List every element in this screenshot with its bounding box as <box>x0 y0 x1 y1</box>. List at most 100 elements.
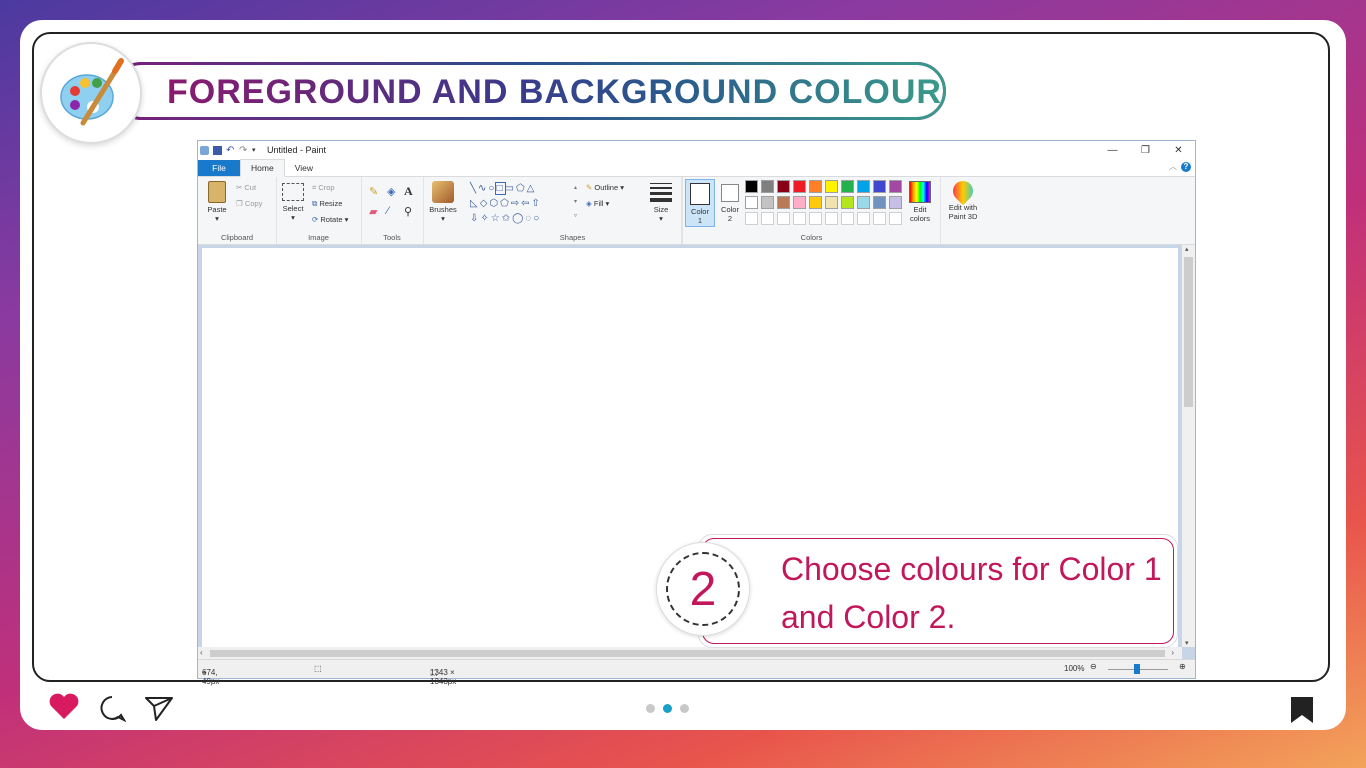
color-swatch[interactable] <box>889 180 902 193</box>
selection-size-icon: ⬚ <box>314 664 322 673</box>
pager-dot[interactable] <box>680 704 689 713</box>
tab-home[interactable]: Home <box>240 159 285 177</box>
color-swatch[interactable] <box>857 212 870 225</box>
color-swatch[interactable] <box>761 212 774 225</box>
crop-button[interactable]: ⌗ Crop <box>312 183 335 193</box>
line-shape-icon[interactable]: ╲∿○ <box>470 183 496 194</box>
color-swatch[interactable] <box>857 196 870 209</box>
send-icon[interactable] <box>144 694 174 722</box>
color-swatch[interactable] <box>809 196 822 209</box>
color-swatch[interactable] <box>889 196 902 209</box>
color-swatch[interactable] <box>841 180 854 193</box>
tools-group: ✎ ◈ A ▰ ⁄ ⚲ Tools <box>361 177 424 244</box>
color-swatch[interactable] <box>809 212 822 225</box>
color-swatch[interactable] <box>873 180 886 193</box>
color-swatch[interactable] <box>793 196 806 209</box>
color-swatch[interactable] <box>857 180 870 193</box>
color-1-swatch <box>690 183 710 205</box>
scissors-icon: ✂ <box>236 183 243 192</box>
callout-text: Choose colours for Color 1 and Color 2. <box>781 551 1162 635</box>
undo-icon[interactable]: ↶ <box>226 145 235 155</box>
color-swatch[interactable] <box>809 180 822 193</box>
clipboard-group: Paste ▾ ✂ Cut ❐ Copy Clipboard <box>198 177 277 244</box>
color-swatch[interactable] <box>825 212 838 225</box>
color-swatch[interactable] <box>777 196 790 209</box>
copy-button[interactable]: ❐ Copy <box>236 199 262 208</box>
color-swatch[interactable] <box>889 212 902 225</box>
paste-button[interactable]: Paste ▾ <box>204 181 230 223</box>
brushes-button[interactable]: Brushes ▾ <box>426 181 460 223</box>
ribbon-tabs: File Home View ︿ ? <box>198 159 1195 177</box>
outline-button[interactable]: ✎ Outline ▾ <box>586 183 624 192</box>
restore-button[interactable]: ❐ <box>1129 141 1162 159</box>
color-swatch[interactable] <box>825 180 838 193</box>
cut-button[interactable]: ✂ Cut <box>236 183 256 192</box>
comment-icon[interactable] <box>98 694 126 722</box>
heart-icon[interactable] <box>48 692 80 720</box>
text-tool-icon[interactable]: A <box>404 184 413 199</box>
color-swatch[interactable] <box>777 180 790 193</box>
image-group: Select ▾ ⌗ Crop ⧉ Resize ⟳ Rotate ▾ Image <box>276 177 362 244</box>
page-title: FOREGROUND AND BACKGROUND COLOUR <box>167 73 942 111</box>
status-bar: ⌖ 674, 49px ⬚ ⬚ 1343 × 1343px 100% ⊖ ⊕ <box>198 659 1195 686</box>
color-swatch[interactable] <box>745 196 758 209</box>
shapes-scroll[interactable]: ▴ ▾ ▿ <box>574 181 577 223</box>
redo-icon[interactable]: ↷ <box>239 145 248 155</box>
color-2-swatch <box>721 184 739 202</box>
outline-icon: ✎ <box>586 183 593 192</box>
zoom-out-button[interactable]: ⊖ <box>1090 662 1097 671</box>
color-swatch[interactable] <box>841 212 854 225</box>
color-swatch[interactable] <box>825 196 838 209</box>
color-1-button[interactable]: Color 1 <box>685 179 715 227</box>
rounded-rectangle-shape-icon[interactable]: ▭⬠△ <box>505 183 537 194</box>
help-icon[interactable]: ? <box>1181 162 1191 172</box>
color-swatch[interactable] <box>761 180 774 193</box>
eraser-icon[interactable]: ▰ <box>369 205 377 218</box>
crop-icon: ⌗ <box>312 183 317 192</box>
tab-view[interactable]: View <box>285 160 323 176</box>
color-swatch[interactable] <box>745 212 758 225</box>
fill-button[interactable]: ◈ Fill ▾ <box>586 199 609 208</box>
rectangle-shape-icon[interactable]: □ <box>495 182 506 195</box>
save-icon[interactable] <box>213 145 222 155</box>
edit-colors-button[interactable]: Edit colors <box>905 181 935 223</box>
color-swatch[interactable] <box>777 212 790 225</box>
right-triangle-shape-icon[interactable]: ◺◇⬡⬠⇨⇦⇧ <box>470 198 542 209</box>
paint-app-icon[interactable] <box>200 145 209 155</box>
close-button[interactable]: ✕ <box>1162 141 1195 159</box>
select-button[interactable]: Select ▾ <box>280 183 306 222</box>
pager-dot[interactable] <box>646 704 655 713</box>
tab-file[interactable]: File <box>198 160 240 176</box>
customize-quick-access-icon[interactable]: ▾ <box>252 146 261 155</box>
color-2-button[interactable]: Color 2 <box>717 179 743 223</box>
shapes-label: Shapes <box>559 233 586 242</box>
fill-bucket-icon[interactable]: ◈ <box>387 185 395 198</box>
color-swatch[interactable] <box>873 212 886 225</box>
minimize-button[interactable]: — <box>1096 141 1129 159</box>
vertical-scrollbar[interactable]: ▴ ▾ <box>1182 245 1195 647</box>
color-swatch[interactable] <box>873 196 886 209</box>
zoom-in-button[interactable]: ⊕ <box>1179 662 1186 671</box>
color-picker-icon[interactable]: ⁄ <box>387 205 389 217</box>
color-swatch[interactable] <box>841 196 854 209</box>
pager-dot[interactable] <box>663 704 672 713</box>
rainbow-icon <box>909 181 931 203</box>
bookmark-icon[interactable] <box>1290 696 1314 724</box>
edit-with-paint-3d-button[interactable]: Edit with Paint 3D <box>942 176 984 221</box>
size-button[interactable]: Size ▾ <box>646 181 676 223</box>
resize-button[interactable]: ⧉ Resize <box>312 199 342 209</box>
shapes-gallery[interactable]: ╲∿○□▭⬠△ ◺◇⬡⬠⇨⇦⇧ ⇩✧☆✩◯◌○ <box>470 181 578 225</box>
magnifier-icon[interactable]: ⚲ <box>404 205 412 218</box>
rotate-button[interactable]: ⟳ Rotate ▾ <box>312 215 348 224</box>
color-swatch[interactable] <box>761 196 774 209</box>
color-swatch[interactable] <box>745 180 758 193</box>
color-swatch[interactable] <box>793 212 806 225</box>
zoom-slider-thumb[interactable] <box>1134 664 1140 674</box>
pencil-icon[interactable]: ✎ <box>369 185 378 198</box>
minimize-ribbon-icon[interactable]: ︿ <box>1169 161 1177 172</box>
step-badge: 2 <box>656 542 750 636</box>
arrow-shape-icon[interactable]: ⇩✧☆✩◯◌○ <box>470 213 541 224</box>
color-swatch[interactable] <box>793 180 806 193</box>
copy-icon: ❐ <box>236 199 243 208</box>
zoom-level: 100% <box>1064 664 1085 673</box>
